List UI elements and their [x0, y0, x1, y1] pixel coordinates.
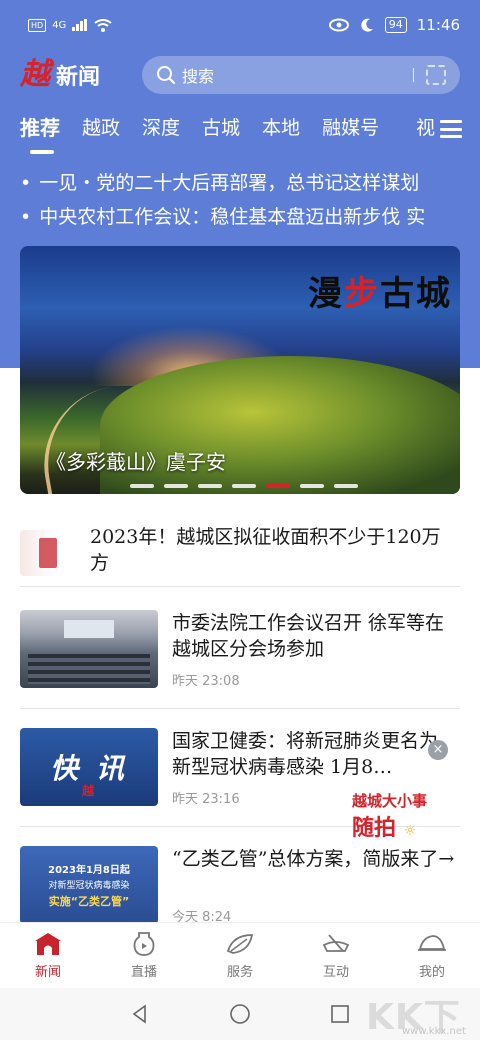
divider	[20, 708, 460, 709]
carousel-dot[interactable]	[266, 484, 290, 488]
signal-icon	[72, 19, 88, 31]
wifi-icon	[94, 18, 112, 32]
carousel-dots	[130, 484, 358, 488]
nav-interact[interactable]: 互动	[288, 923, 384, 988]
floating-promo[interactable]: × 越城大小事 随拍 ☼	[344, 740, 448, 842]
tab-recommend[interactable]: 推荐	[20, 108, 60, 154]
leaf-icon	[226, 934, 254, 954]
network-label: 4G	[52, 19, 67, 31]
nav-label: 新闻	[34, 965, 61, 980]
news-title[interactable]: 市委法院工作会议召开 徐军等在越城区分会场参加	[172, 610, 462, 662]
logo-mark: 越	[20, 57, 50, 92]
news-title[interactable]: “乙类乙管”总体方案，简版来了→	[172, 846, 462, 872]
city-gate-icon	[35, 933, 61, 955]
notice-line: 对新型冠状病毒感染	[48, 881, 130, 891]
news-thumbnail[interactable]: 2023年1月8日起 对新型冠状病毒感染 实施“乙类乙管”	[20, 846, 158, 924]
search-icon	[157, 66, 176, 85]
carousel-brand: 漫步古城	[308, 266, 452, 315]
vase-icon	[133, 932, 155, 956]
news-time: 昨天 23:16	[172, 792, 240, 807]
nav-news[interactable]: 新闻	[0, 923, 96, 988]
brand-char: 古城	[380, 274, 452, 314]
recents-icon[interactable]	[329, 1003, 351, 1025]
tab-menu-icon[interactable]	[440, 120, 462, 138]
news-thumbnail[interactable]	[20, 610, 158, 688]
eye-comfort-icon	[328, 18, 349, 32]
news-title[interactable]: 2023年！越城区拟征收面积不少于120万方	[90, 524, 450, 576]
watermark-url: www.kkx.net	[402, 1026, 466, 1037]
flash-news-mark: 越	[82, 784, 95, 798]
nav-label: 互动	[322, 965, 349, 980]
close-icon[interactable]: ×	[428, 740, 448, 760]
search-divider	[413, 68, 414, 82]
sun-icon: ☼	[403, 823, 417, 839]
scan-icon[interactable]	[426, 65, 446, 85]
tab-media[interactable]: 融媒号	[322, 108, 379, 148]
ticker-item[interactable]: 中央农村工作会议：稳住基本盘迈出新步伐 实	[20, 200, 460, 234]
boat-icon	[322, 934, 350, 952]
tab-yuezheng[interactable]: 越政	[82, 108, 120, 148]
nav-label: 服务	[226, 965, 253, 980]
carousel-dot[interactable]	[130, 484, 154, 488]
carousel-dot[interactable]	[232, 484, 256, 488]
carousel-dot[interactable]	[198, 484, 222, 488]
hat-icon	[418, 935, 446, 951]
category-tabs: 推荐 越政 深度 古城 本地 融媒号	[0, 108, 480, 156]
logo-text: 新闻	[56, 64, 101, 90]
promo-subtitle: 随拍 ☼	[352, 810, 416, 842]
headline-ticker: 一见・党的二十大后再部署，总书记这样谋划 中央农村工作会议：稳住基本盘迈出新步伐…	[20, 166, 460, 234]
nav-profile[interactable]: 我的	[384, 923, 480, 988]
status-bar: HD 4G 94 11:46	[0, 0, 480, 50]
promo-title: 越城大小事	[352, 792, 428, 810]
notice-line: 实施“乙类乙管”	[48, 895, 130, 908]
ticker-item[interactable]: 一见・党的二十大后再部署，总书记这样谋划	[20, 166, 460, 200]
nav-label: 我的	[418, 965, 445, 980]
notice-line: 2023年1月8日起	[48, 865, 130, 876]
clock: 11:46	[416, 16, 460, 34]
app-logo: 越 新闻	[20, 59, 138, 91]
news-thumbnail[interactable]: 快 讯 越	[20, 728, 158, 806]
tab-ancient-city[interactable]: 古城	[202, 108, 240, 148]
carousel-dot[interactable]	[164, 484, 188, 488]
bottom-nav: 新闻 直播 服务 互动 我的	[0, 922, 480, 988]
home-icon[interactable]	[229, 1003, 251, 1025]
nav-label: 直播	[130, 965, 157, 980]
carousel-dot[interactable]	[334, 484, 358, 488]
battery-level: 94	[384, 17, 407, 33]
brand-char: 漫	[308, 274, 344, 314]
brand-char: 步	[344, 274, 380, 314]
do-not-disturb-icon	[361, 18, 373, 32]
tab-video[interactable]: 视	[416, 108, 435, 148]
search-placeholder: 搜索	[182, 67, 215, 86]
tab-video-clip: 视	[416, 108, 440, 148]
road-photo	[31, 372, 209, 494]
back-icon[interactable]	[129, 1003, 151, 1025]
news-thumbnail[interactable]	[20, 530, 76, 576]
carousel-caption: 《多彩蕺山》虞子安	[46, 450, 226, 474]
flash-news-text: 快 讯	[50, 752, 128, 785]
promo-subtitle-text: 随拍	[352, 815, 397, 841]
app-header: 越 新闻 搜索	[0, 52, 480, 98]
carousel-dot[interactable]	[300, 484, 324, 488]
tab-depth[interactable]: 深度	[142, 108, 180, 148]
search-bar[interactable]: 搜索	[142, 56, 460, 94]
divider	[20, 586, 460, 587]
nav-service[interactable]: 服务	[192, 923, 288, 988]
banner-carousel[interactable]: 漫步古城 《多彩蕺山》虞子安	[20, 246, 460, 494]
news-time: 昨天 23:08	[172, 674, 240, 689]
tab-local[interactable]: 本地	[262, 108, 300, 148]
hd-badge: HD	[28, 18, 47, 32]
nav-live[interactable]: 直播	[96, 923, 192, 988]
